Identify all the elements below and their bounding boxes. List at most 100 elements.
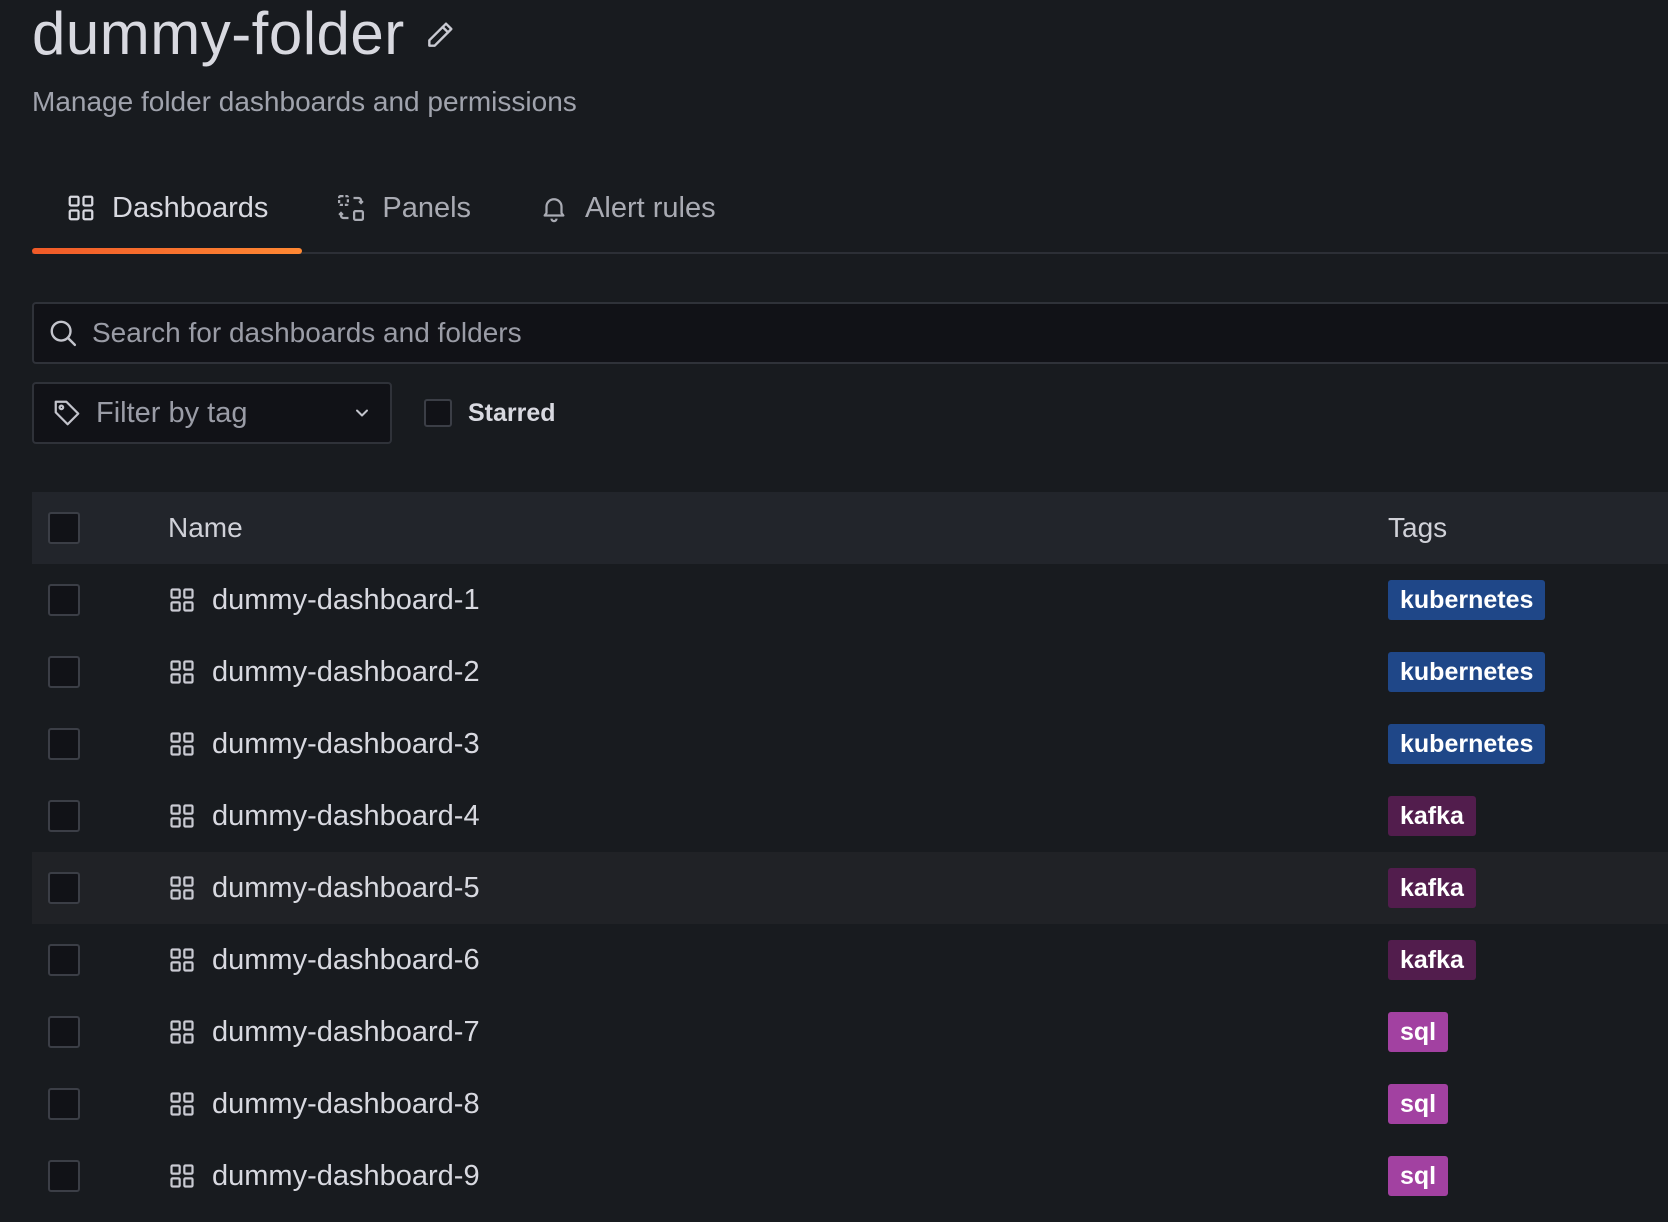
table-row[interactable]: dummy-dashboard-7 sql xyxy=(32,996,1668,1068)
dashboard-link[interactable]: dummy-dashboard-6 xyxy=(212,944,480,977)
row-check-cell xyxy=(32,728,160,760)
chevron-down-icon xyxy=(352,403,372,423)
tag-badge[interactable]: sql xyxy=(1388,1084,1449,1124)
table-row[interactable]: dummy-dashboard-6 kafka xyxy=(32,924,1668,996)
row-tags-cell: kafka xyxy=(1388,868,1668,908)
row-name-cell: dummy-dashboard-1 xyxy=(160,584,1388,617)
pencil-icon[interactable] xyxy=(423,18,457,52)
dashboard-table: Name Tags dummy-dashboard-1 kubernetes dum… xyxy=(32,492,1668,1212)
row-check-cell xyxy=(32,584,160,616)
tab-bar: Dashboards Panels Alert rules xyxy=(32,166,1668,254)
title-row: dummy-folder xyxy=(32,0,1668,72)
dashboard-link[interactable]: dummy-dashboard-1 xyxy=(212,584,480,617)
row-name-cell: dummy-dashboard-2 xyxy=(160,656,1388,689)
tab-dashboards-label: Dashboards xyxy=(112,191,269,224)
row-tags-cell: kubernetes xyxy=(1388,652,1668,692)
apps-icon xyxy=(168,802,196,830)
tag-badge[interactable]: kubernetes xyxy=(1388,652,1546,692)
row-checkbox[interactable] xyxy=(48,1016,80,1048)
tab-panels[interactable]: Panels xyxy=(302,164,505,252)
dashboard-link[interactable]: dummy-dashboard-9 xyxy=(212,1160,480,1193)
apps-icon xyxy=(168,1162,196,1190)
row-checkbox[interactable] xyxy=(48,944,80,976)
library-panel-icon xyxy=(336,193,366,223)
tag-badge[interactable]: kubernetes xyxy=(1388,724,1546,764)
row-check-cell xyxy=(32,656,160,688)
row-name-cell: dummy-dashboard-4 xyxy=(160,800,1388,833)
row-checkbox[interactable] xyxy=(48,1088,80,1120)
apps-icon xyxy=(168,1090,196,1118)
tag-badge[interactable]: sql xyxy=(1388,1156,1449,1196)
row-checkbox[interactable] xyxy=(48,584,80,616)
page-subtitle: Manage folder dashboards and permissions xyxy=(32,86,577,117)
tag-badge[interactable]: kafka xyxy=(1388,940,1476,980)
row-name-cell: dummy-dashboard-6 xyxy=(160,944,1388,977)
tag-filter-placeholder: Filter by tag xyxy=(96,396,248,429)
dashboard-link[interactable]: dummy-dashboard-2 xyxy=(212,656,480,689)
row-tags-cell: sql xyxy=(1388,1156,1668,1196)
row-check-cell xyxy=(32,800,160,832)
tag-badge[interactable]: kafka xyxy=(1388,796,1476,836)
row-checkbox[interactable] xyxy=(48,872,80,904)
table-row[interactable]: dummy-dashboard-5 kafka xyxy=(32,852,1668,924)
row-check-cell xyxy=(32,1088,160,1120)
table-row[interactable]: dummy-dashboard-9 sql xyxy=(32,1140,1668,1212)
starred-checkbox[interactable] xyxy=(424,399,452,427)
table-row[interactable]: dummy-dashboard-1 kubernetes xyxy=(32,564,1668,636)
folder-page: dummy-folder Manage folder dashboards an… xyxy=(0,0,1668,1222)
row-tags-cell: kubernetes xyxy=(1388,724,1668,764)
tab-dashboards[interactable]: Dashboards xyxy=(32,164,303,254)
starred-label: Starred xyxy=(468,398,556,427)
table-row[interactable]: dummy-dashboard-3 kubernetes xyxy=(32,708,1668,780)
row-tags-cell: kubernetes xyxy=(1388,580,1668,620)
select-all-checkbox[interactable] xyxy=(48,512,80,544)
tag-badge[interactable]: kafka xyxy=(1388,868,1476,908)
dashboard-link[interactable]: dummy-dashboard-5 xyxy=(212,872,480,905)
table-row[interactable]: dummy-dashboard-2 kubernetes xyxy=(32,636,1668,708)
row-tags-cell: kafka xyxy=(1388,940,1668,980)
apps-icon xyxy=(168,586,196,614)
row-checkbox[interactable] xyxy=(48,800,80,832)
apps-icon xyxy=(168,658,196,686)
row-checkbox[interactable] xyxy=(48,728,80,760)
header-check-cell xyxy=(32,512,160,544)
search-input[interactable] xyxy=(90,316,1668,350)
tab-panels-label: Panels xyxy=(382,191,472,224)
row-name-cell: dummy-dashboard-8 xyxy=(160,1088,1388,1121)
column-header-name[interactable]: Name xyxy=(160,512,1388,544)
row-checkbox[interactable] xyxy=(48,1160,80,1192)
apps-icon xyxy=(168,946,196,974)
table-row[interactable]: dummy-dashboard-4 kafka xyxy=(32,780,1668,852)
row-checkbox[interactable] xyxy=(48,656,80,688)
row-name-cell: dummy-dashboard-5 xyxy=(160,872,1388,905)
row-tags-cell: kafka xyxy=(1388,796,1668,836)
row-name-cell: dummy-dashboard-7 xyxy=(160,1016,1388,1049)
dashboard-link[interactable]: dummy-dashboard-7 xyxy=(212,1016,480,1049)
starred-filter[interactable]: Starred xyxy=(424,399,556,428)
row-check-cell xyxy=(32,1016,160,1048)
row-name-cell: dummy-dashboard-9 xyxy=(160,1160,1388,1193)
tab-alert-rules[interactable]: Alert rules xyxy=(505,164,750,252)
dashboard-link[interactable]: dummy-dashboard-3 xyxy=(212,728,480,761)
row-check-cell xyxy=(32,872,160,904)
filter-row: Filter by tag Starred xyxy=(32,382,1668,444)
row-check-cell xyxy=(32,944,160,976)
row-check-cell xyxy=(32,1160,160,1192)
row-tags-cell: sql xyxy=(1388,1084,1668,1124)
tag-filter-select[interactable]: Filter by tag xyxy=(32,382,392,444)
dashboard-link[interactable]: dummy-dashboard-4 xyxy=(212,800,480,833)
apps-icon xyxy=(168,874,196,902)
table-header-row: Name Tags xyxy=(32,492,1668,564)
table-row[interactable]: dummy-dashboard-8 sql xyxy=(32,1068,1668,1140)
search-icon xyxy=(48,318,78,348)
search-box xyxy=(32,302,1668,364)
dashboard-link[interactable]: dummy-dashboard-8 xyxy=(212,1088,480,1121)
apps-icon xyxy=(168,1018,196,1046)
tag-badge[interactable]: kubernetes xyxy=(1388,580,1546,620)
tag-icon xyxy=(52,398,82,428)
tag-badge[interactable]: sql xyxy=(1388,1012,1449,1052)
row-tags-cell: sql xyxy=(1388,1012,1668,1052)
apps-icon xyxy=(168,730,196,758)
row-name-cell: dummy-dashboard-3 xyxy=(160,728,1388,761)
column-header-tags: Tags xyxy=(1388,512,1448,543)
